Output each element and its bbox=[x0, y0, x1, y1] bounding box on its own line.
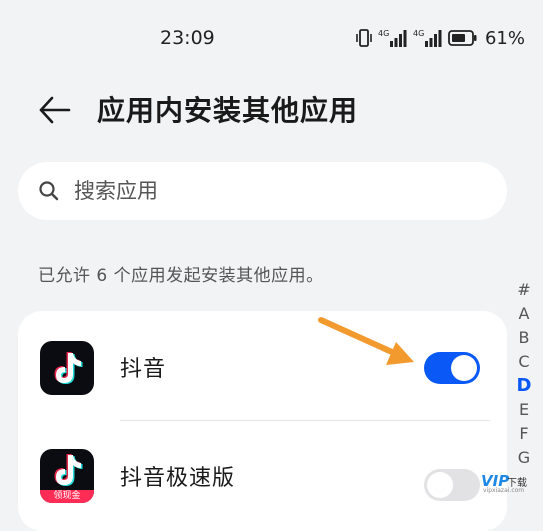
back-button[interactable] bbox=[32, 90, 76, 130]
vibrate-icon bbox=[355, 28, 373, 48]
app-icon-badge: 领现金 bbox=[40, 490, 94, 503]
status-time: 23:09 bbox=[160, 27, 215, 49]
battery-percent: 61% bbox=[484, 27, 525, 49]
watermark-url: vipxiazai.com bbox=[483, 487, 525, 494]
search-input[interactable] bbox=[72, 178, 476, 204]
signal-icon-1: 4G bbox=[378, 27, 408, 49]
status-bar: 23:09 4G 4G 61% bbox=[0, 0, 543, 80]
app-row-douyin[interactable]: 抖音 bbox=[18, 311, 507, 421]
alphabet-index-letter[interactable]: C bbox=[513, 350, 535, 374]
network-label-2: 4G bbox=[413, 29, 424, 38]
alphabet-index[interactable]: # A B C D E F G bbox=[513, 278, 535, 470]
douyin-lite-app-icon: 领现金 bbox=[40, 449, 94, 503]
alphabet-index-letter[interactable]: D bbox=[513, 374, 535, 398]
app-name: 抖音极速版 bbox=[120, 466, 236, 491]
allowed-count-description: 已允许 6 个应用发起安装其他应用。 bbox=[38, 266, 324, 286]
install-permission-toggle-douyin[interactable] bbox=[424, 352, 480, 384]
arrow-left-icon bbox=[39, 96, 71, 124]
install-permission-toggle-douyin-lite[interactable] bbox=[424, 469, 480, 501]
page-title: 应用内安装其他应用 bbox=[97, 94, 359, 127]
toggle-knob bbox=[427, 472, 453, 498]
search-icon bbox=[38, 180, 60, 202]
signal-icon-2: 4G bbox=[413, 27, 443, 49]
alphabet-index-letter[interactable]: # bbox=[513, 278, 535, 302]
network-label-1: 4G bbox=[378, 29, 389, 38]
watermark-logo: VIP 下载 vipxiazai.com bbox=[481, 472, 539, 496]
header: 应用内安装其他应用 bbox=[0, 80, 543, 140]
app-list-card: 抖音 领现金 抖音极速版 bbox=[18, 311, 507, 531]
alphabet-index-letter[interactable]: B bbox=[513, 326, 535, 350]
app-name: 抖音 bbox=[120, 357, 167, 382]
alphabet-index-letter[interactable]: E bbox=[513, 398, 535, 422]
search-box[interactable] bbox=[18, 162, 507, 220]
alphabet-index-letter[interactable]: A bbox=[513, 302, 535, 326]
toggle-knob bbox=[451, 355, 477, 381]
alphabet-index-letter[interactable]: G bbox=[513, 446, 535, 470]
battery-icon bbox=[448, 29, 478, 47]
status-icons: 4G 4G 61% bbox=[355, 26, 525, 50]
app-row-douyin-lite[interactable]: 领现金 抖音极速版 bbox=[18, 421, 507, 531]
alphabet-index-letter[interactable]: F bbox=[513, 422, 535, 446]
douyin-app-icon bbox=[40, 341, 94, 395]
